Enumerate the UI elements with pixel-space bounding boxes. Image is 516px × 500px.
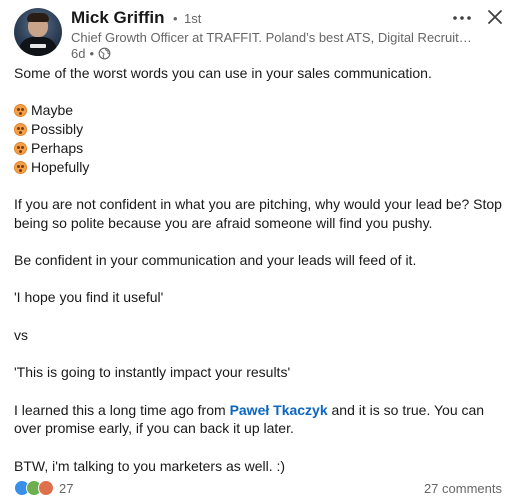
separator-dot: • (172, 11, 178, 26)
avatar[interactable] (14, 8, 62, 56)
post-quote: 'This is going to instantly impact your … (14, 364, 291, 381)
post-header: Mick Griffin • 1st Chief Growth Officer … (14, 6, 504, 61)
astonished-face-icon (14, 104, 27, 118)
more-horizontal-icon[interactable] (451, 10, 473, 26)
word-item: Perhaps (14, 139, 509, 158)
post-paragraph: If you are not confident in what you are… (14, 195, 502, 231)
author-headline: Chief Growth Officer at TRAFFIT. Poland’… (71, 30, 472, 45)
close-icon[interactable] (486, 8, 504, 26)
post-paragraph: BTW, i'm talking to you marketers as wel… (14, 457, 286, 474)
astonished-face-icon (14, 160, 27, 174)
word-item: Hopefully (14, 158, 509, 177)
author-name-row: Mick Griffin • 1st (71, 8, 201, 28)
love-reaction-icon (38, 480, 54, 496)
word-item: Possibly (14, 120, 509, 139)
globe-icon (98, 47, 111, 60)
word-item: Maybe (14, 101, 509, 120)
post-vs: vs (14, 326, 28, 343)
astonished-face-icon (14, 123, 27, 137)
post-paragraph: I learned this a long time ago from Pawe… (14, 401, 485, 437)
social-counts: 27 27 comments (14, 478, 502, 498)
post-paragraph: Be confident in your communication and y… (14, 251, 417, 268)
reactions-summary[interactable]: 27 (14, 480, 73, 496)
post-quote: 'I hope you find it useful' (14, 289, 164, 306)
post-time: 6d (71, 46, 86, 61)
comments-count-link[interactable]: 27 comments (424, 481, 502, 496)
reaction-count: 27 (59, 480, 74, 496)
mention-link[interactable]: Paweł Tkaczyk (230, 402, 328, 418)
separator-dot: • (89, 46, 95, 61)
astonished-face-icon (14, 141, 27, 155)
post-meta: 6d • (71, 46, 111, 61)
post-body: Some of the worst words you can use in y… (14, 64, 509, 475)
post-intro: Some of the worst words you can use in y… (14, 65, 432, 81)
connection-degree: 1st (183, 11, 202, 26)
author-name[interactable]: Mick Griffin (71, 8, 165, 27)
